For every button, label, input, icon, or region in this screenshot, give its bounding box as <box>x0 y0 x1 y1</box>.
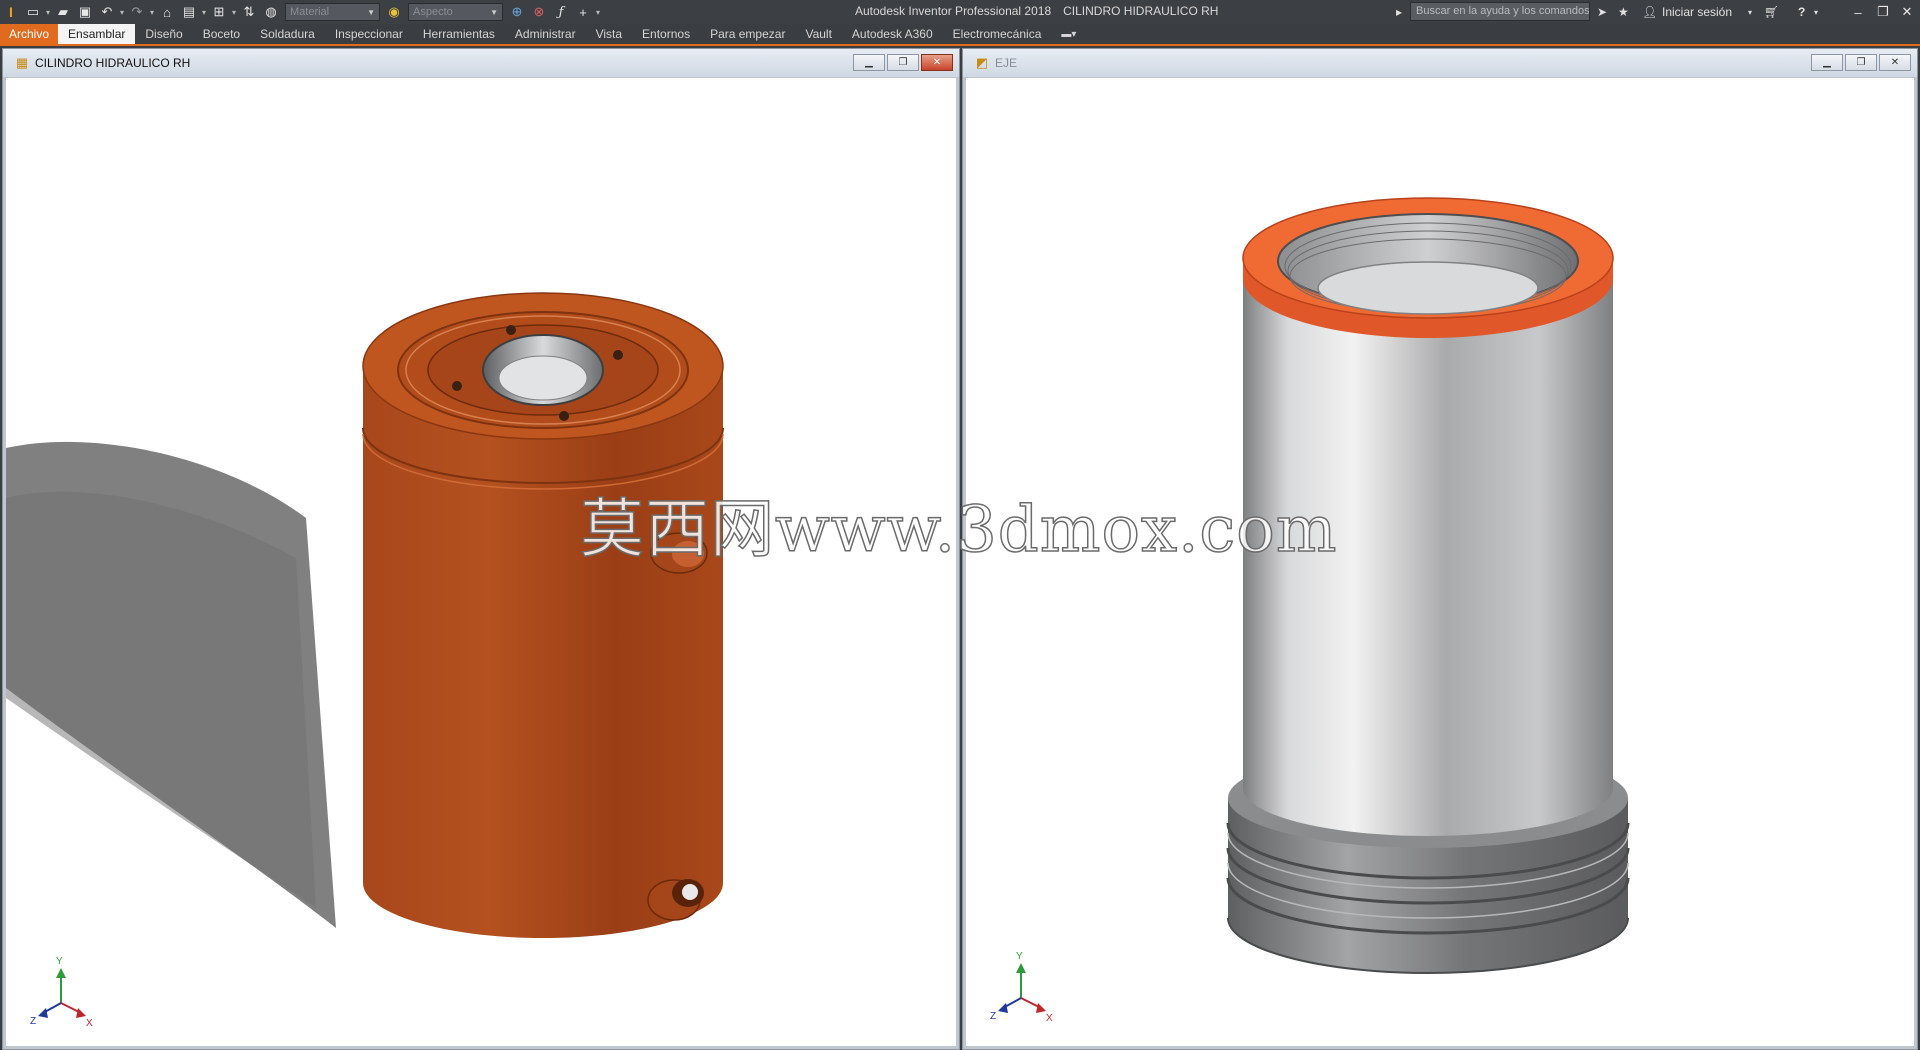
customize-icon[interactable]: ▾ <box>594 8 602 17</box>
redo-icon[interactable]: ↷ <box>126 2 148 22</box>
doc-close-button[interactable]: ✕ <box>1879 54 1911 71</box>
chevron-down-icon: ▼ <box>367 7 375 17</box>
globe-icon[interactable]: ◍ <box>260 2 282 22</box>
redo-dropdown-icon[interactable]: ▾ <box>148 8 156 17</box>
tab-administrar[interactable]: Administrar <box>505 24 586 44</box>
doc-close-button[interactable]: ✕ <box>921 54 953 71</box>
shaft-model: Y X Z <box>990 197 1630 1024</box>
select-dropdown-icon[interactable]: ▾ <box>230 8 238 17</box>
view-triad-icon[interactable]: Y X Z <box>990 951 1053 1024</box>
project-icon[interactable]: ▤ <box>178 2 200 22</box>
triad-y-label: Y <box>56 956 63 967</box>
tab-electromecanica[interactable]: Electromecánica <box>943 24 1052 44</box>
tab-entornos[interactable]: Entornos <box>632 24 700 44</box>
inventor-logo-icon[interactable]: I <box>0 0 22 24</box>
cylinder-body <box>363 366 723 938</box>
open-icon[interactable]: ▰ <box>52 2 74 22</box>
help-icon[interactable]: ? <box>1798 0 1805 24</box>
cylinder-model: Y X Z <box>6 292 724 1029</box>
doc-restore-button[interactable]: ❐ <box>887 54 919 71</box>
doc-minimize-button[interactable]: ▁ <box>1811 54 1843 71</box>
tab-soldadura[interactable]: Soldadura <box>250 24 325 44</box>
triad-y-label: Y <box>1016 951 1023 962</box>
measure-icon[interactable]: + <box>572 2 594 22</box>
cart-icon[interactable]: 🛒︎ <box>1764 0 1779 24</box>
tab-boceto[interactable]: Boceto <box>193 24 250 44</box>
search-expand-icon[interactable]: ▸ <box>1396 0 1402 24</box>
tab-vista[interactable]: Vista <box>586 24 632 44</box>
ribbon-toggle-icon[interactable]: ▬▾ <box>1051 24 1086 44</box>
undo-dropdown-icon[interactable]: ▾ <box>118 8 126 17</box>
document-title: CILINDRO HIDRAULICO RH <box>1063 4 1219 18</box>
save-icon[interactable]: ▣ <box>74 2 96 22</box>
title-bar: I ▭ ▾ ▰ ▣ ↶ ▾ ↷ ▾ ⌂ ▤ ▾ ⊞ ▾ ⇅ ◍ Material ▼ ◉ A… <box>0 0 1920 24</box>
cast-shadow-core <box>6 491 316 908</box>
window-title: Autodesk Inventor Professional 2018 CILIN… <box>855 4 1218 18</box>
appearance-combo-value: Aspecto <box>413 6 453 18</box>
app-title: Autodesk Inventor Professional 2018 <box>855 4 1052 18</box>
document-header: ◩ EJE ▁ ❐ ✕ <box>963 49 1917 77</box>
restore-icon[interactable]: ❐ <box>1870 0 1896 24</box>
view-triad-icon[interactable]: Y X Z <box>30 956 93 1029</box>
shaft-tube <box>1243 268 1613 836</box>
tab-para-empezar[interactable]: Para empezar <box>700 24 795 44</box>
tab-archivo[interactable]: Archivo <box>0 24 59 44</box>
document-tab-title[interactable]: CILINDRO HIDRAULICO RH <box>35 56 190 70</box>
help-dropdown-icon[interactable]: ▾ <box>1814 0 1818 24</box>
favorites-star-icon[interactable]: ★ <box>1618 0 1629 24</box>
triad-z-label: Z <box>30 1016 36 1027</box>
tab-herramientas[interactable]: Herramientas <box>413 24 505 44</box>
material-combo-value: Material <box>290 6 330 18</box>
chevron-down-icon: ▼ <box>490 7 498 17</box>
help-search-input[interactable]: Buscar en la ayuda y los comandos... <box>1410 2 1590 21</box>
user-icon[interactable]: 👤︎ <box>1642 0 1657 24</box>
search-arrow-icon[interactable]: ➤ <box>1597 0 1607 24</box>
assembly-document-window: ▦ CILINDRO HIDRAULICO RH ▁ ❐ ✕ Y X Z <box>2 48 960 1050</box>
doc-minimize-button[interactable]: ▁ <box>853 54 885 71</box>
new-dropdown-icon[interactable]: ▾ <box>44 8 52 17</box>
clear-override-icon[interactable]: ⊗ <box>528 2 550 22</box>
tab-diseno[interactable]: Diseño <box>135 24 192 44</box>
appearance-combo[interactable]: Aspecto ▼ <box>408 3 503 21</box>
home-icon[interactable]: ⌂ <box>156 2 178 22</box>
parameters-icon[interactable]: ƒ <box>550 2 572 22</box>
sign-in-link[interactable]: Iniciar sesión <box>1662 0 1732 24</box>
close-icon[interactable]: ✕ <box>1894 0 1920 24</box>
tab-autodesk-a360[interactable]: Autodesk A360 <box>842 24 943 44</box>
sign-in-dropdown-icon[interactable]: ▾ <box>1748 0 1752 24</box>
assembly-icon: ▦ <box>15 55 29 70</box>
graphics-viewport-part[interactable]: Y X Z <box>966 78 1914 1046</box>
project-dropdown-icon[interactable]: ▾ <box>200 8 208 17</box>
appearance-icon[interactable]: ◉ <box>383 2 405 22</box>
triad-x-label: X <box>86 1018 93 1029</box>
ribbon-tab-bar: Archivo Ensamblar Diseño Boceto Soldadur… <box>0 24 1920 46</box>
select-icon[interactable]: ⊞ <box>208 2 230 22</box>
part-icon: ◩ <box>975 55 989 70</box>
material-combo[interactable]: Material ▼ <box>285 3 380 21</box>
minimize-icon[interactable]: – <box>1845 0 1871 24</box>
document-header: ▦ CILINDRO HIDRAULICO RH ▁ ❐ ✕ <box>3 49 959 77</box>
adjust-icon[interactable]: ⊕ <box>506 2 528 22</box>
update-icon[interactable]: ⇅ <box>238 2 260 22</box>
tab-ensamblar[interactable]: Ensamblar <box>58 24 136 44</box>
new-icon[interactable]: ▭ <box>22 2 44 22</box>
triad-x-label: X <box>1046 1013 1053 1024</box>
part-document-window: ◩ EJE ▁ ❐ ✕ Y X Z <box>962 48 1918 1050</box>
document-tab-title[interactable]: EJE <box>995 56 1017 70</box>
triad-z-label: Z <box>990 1011 996 1022</box>
graphics-viewport-assembly[interactable]: Y X Z <box>6 78 956 1046</box>
undo-icon[interactable]: ↶ <box>96 2 118 22</box>
tab-inspeccionar[interactable]: Inspeccionar <box>325 24 413 44</box>
tab-vault[interactable]: Vault <box>795 24 841 44</box>
doc-restore-button[interactable]: ❐ <box>1845 54 1877 71</box>
